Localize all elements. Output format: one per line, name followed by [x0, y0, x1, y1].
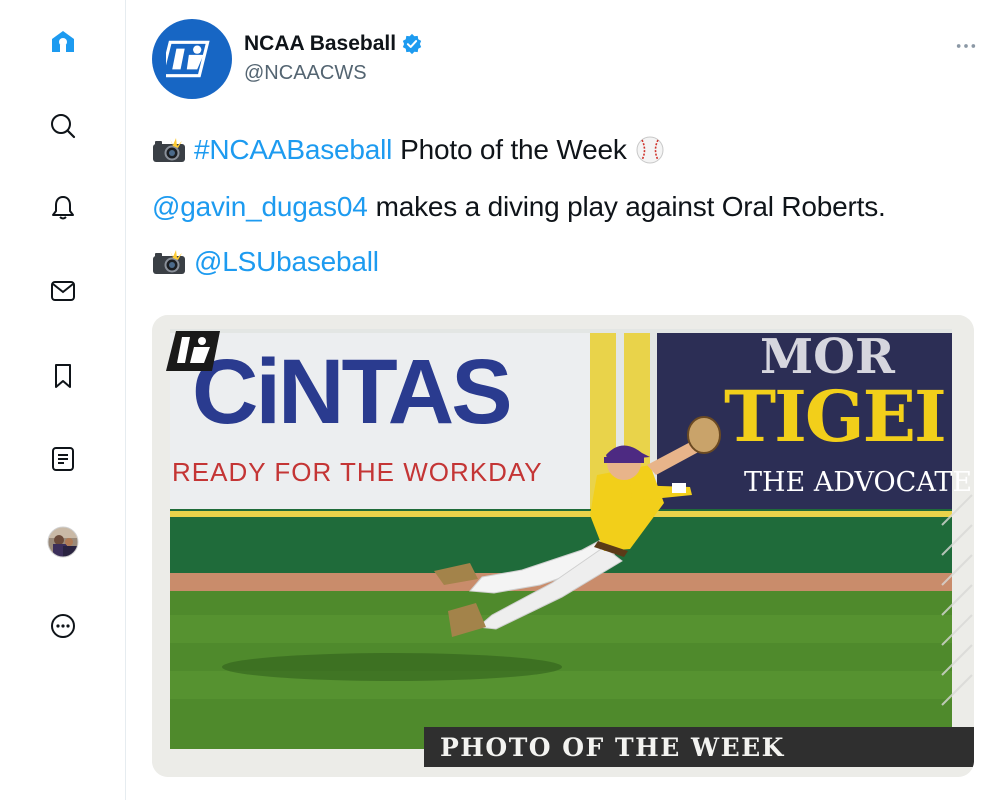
camera-flash-emoji-icon — [153, 250, 185, 274]
more-horizontal-icon — [956, 44, 976, 48]
more-circle-icon — [51, 614, 75, 638]
sidebar-item-profile[interactable] — [41, 520, 85, 564]
author-name[interactable]: NCAA Baseball — [244, 32, 396, 56]
sidebar-item-lists[interactable] — [41, 437, 85, 481]
bookmark-icon — [55, 364, 71, 388]
tweet: NCAA Baseball @NCAACWS #NCAABaseball Pho… — [126, 0, 1001, 800]
mention-gavin-link[interactable]: @gavin_dugas04 — [152, 191, 368, 223]
mail-icon — [51, 281, 75, 301]
tweet-text-segment: Photo of the Week — [400, 134, 627, 165]
photo-of-the-week-text: PHOTO OF THE WEEK — [440, 732, 785, 762]
bell-icon — [52, 196, 74, 220]
baseball-emoji-icon — [636, 136, 664, 164]
banner-tigers-text: TIGEI — [724, 375, 945, 458]
sidebar-item-home[interactable] — [41, 20, 85, 64]
banner-advocate-text: THE ADVOCATE — [744, 467, 972, 498]
banner-cintas-text: CiNTAS — [192, 341, 510, 443]
tweet-text-line-2: @gavin_dugas04 makes a diving play again… — [152, 191, 886, 223]
home-icon — [52, 31, 74, 52]
author-handle[interactable]: @NCAACWS — [244, 62, 367, 85]
sidebar-item-more[interactable] — [41, 604, 85, 648]
camera-flash-emoji-icon — [153, 138, 185, 162]
ncaa-baseball-logo-icon — [166, 40, 210, 78]
hashtag-link[interactable]: #NCAABaseball — [194, 134, 392, 166]
sidebar-nav — [0, 0, 126, 800]
photo-of-the-week-label: PHOTO OF THE WEEK — [424, 727, 974, 767]
list-icon — [52, 447, 74, 471]
verified-badge-icon — [402, 33, 422, 55]
tweet-media-image[interactable]: CiNTAS READY FOR THE WORKDAY MOR TIGEI T… — [152, 315, 974, 777]
author-name-row[interactable]: NCAA Baseball — [244, 32, 423, 56]
sidebar-item-notifications[interactable] — [41, 186, 85, 230]
sidebar-item-bookmarks[interactable] — [41, 354, 85, 398]
sidebar-item-explore[interactable] — [41, 104, 85, 148]
sidebar-item-messages[interactable] — [41, 269, 85, 313]
author-avatar[interactable] — [152, 19, 232, 99]
mention-lsubaseball-link[interactable]: @LSUbaseball — [194, 246, 379, 278]
tweet-more-button[interactable] — [946, 32, 986, 60]
tweet-text-segment: makes a diving play against Oral Roberts… — [375, 191, 886, 222]
search-icon — [51, 114, 76, 139]
tweet-text-line-3: @LSUbaseball — [152, 246, 379, 278]
banner-cintas-tagline: READY FOR THE WORKDAY — [172, 457, 543, 487]
tweet-text-line-1: #NCAABaseball Photo of the Week — [152, 134, 665, 166]
photo-of-the-week-image: CiNTAS READY FOR THE WORKDAY MOR TIGEI T… — [152, 315, 974, 777]
avatar — [47, 526, 79, 558]
